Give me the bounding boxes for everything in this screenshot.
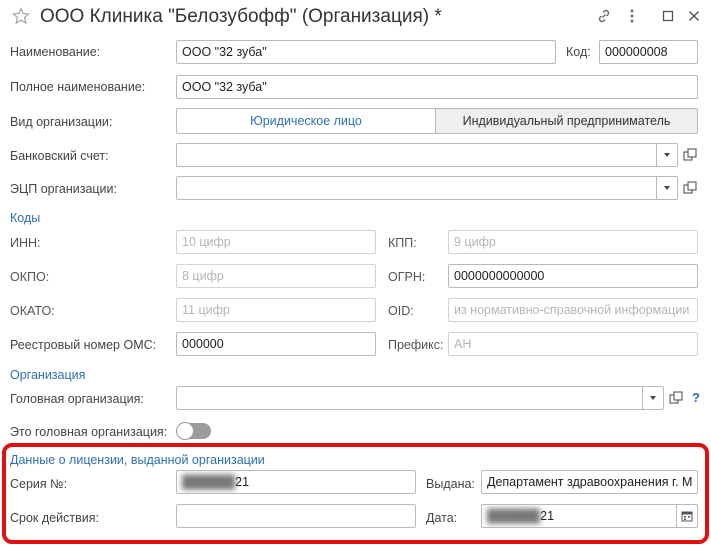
maximize-icon[interactable]: [662, 10, 674, 22]
organization-section-title: Организация: [10, 368, 86, 382]
name-value: ООО "32 зуба": [182, 45, 267, 59]
oms-label: Реестровый номер ОМС:: [10, 338, 157, 352]
head-org-dropdown-button[interactable]: [642, 386, 664, 410]
ecp-input[interactable]: [176, 176, 658, 200]
codes-section-title: Коды: [10, 211, 41, 225]
link-icon[interactable]: [596, 8, 612, 24]
bank-account-label: Банковский счет:: [10, 149, 109, 163]
full-name-value: ООО "32 зуба": [182, 80, 267, 94]
close-icon[interactable]: [688, 10, 700, 22]
oid-placeholder: из нормативно-справочной информации: [454, 303, 690, 317]
kpp-label: КПП:: [388, 236, 417, 250]
ogrn-value: 0000000000000: [454, 269, 545, 283]
okato-placeholder: 11 цифр: [182, 303, 230, 317]
okato-label: ОКАТО:: [10, 304, 55, 318]
bank-account-dropdown-button[interactable]: [656, 143, 678, 167]
prefix-value: АН: [454, 337, 472, 351]
chevron-down-icon: [664, 153, 670, 157]
bank-account-input[interactable]: [176, 143, 658, 167]
chevron-down-icon: [650, 396, 656, 400]
inn-label: ИНН:: [10, 236, 41, 250]
head-org-open-icon[interactable]: [668, 390, 684, 406]
inn-input[interactable]: 10 цифр: [176, 230, 376, 254]
name-input[interactable]: ООО "32 зуба": [176, 40, 556, 64]
code-input[interactable]: 000000008: [599, 40, 698, 64]
head-org-input[interactable]: [176, 386, 644, 410]
ogrn-input[interactable]: 0000000000000: [448, 264, 698, 288]
inn-placeholder: 10 цифр: [182, 235, 231, 249]
name-label: Наименование:: [10, 45, 101, 59]
chevron-down-icon: [664, 186, 670, 190]
okpo-placeholder: 8 цифр: [182, 269, 224, 283]
kpp-input[interactable]: 9 цифр: [448, 230, 698, 254]
okpo-label: ОКПО:: [10, 270, 50, 284]
prefix-input[interactable]: АН: [448, 332, 698, 356]
org-type-legal-entity-button[interactable]: Юридическое лицо: [176, 108, 436, 134]
window-title: ООО Клиника "Белозубофф" (Организация) *: [40, 6, 442, 27]
is-head-org-label: Это головная организация:: [10, 425, 168, 439]
bank-account-open-icon[interactable]: [682, 147, 698, 163]
okpo-input[interactable]: 8 цифр: [176, 264, 376, 288]
ecp-label: ЭЦП организации:: [10, 182, 117, 196]
org-type-label: Вид организации:: [10, 115, 113, 129]
org-type-individual-button[interactable]: Индивидуальный предприниматель: [435, 108, 698, 134]
highlight-frame: [2, 443, 709, 544]
prefix-label: Префикс:: [388, 338, 444, 352]
code-value: 000000008: [605, 45, 668, 59]
ogrn-label: ОГРН:: [388, 270, 426, 284]
okato-input[interactable]: 11 цифр: [176, 298, 376, 322]
oid-input[interactable]: из нормативно-справочной информации: [448, 298, 698, 322]
oms-input[interactable]: 000000: [176, 332, 376, 356]
head-org-label: Головная организация:: [10, 392, 144, 406]
help-icon[interactable]: ?: [692, 390, 700, 406]
ecp-dropdown-button[interactable]: [656, 176, 678, 200]
oid-label: OID:: [388, 304, 414, 318]
toggle-knob: [176, 422, 194, 440]
more-menu-icon[interactable]: [628, 8, 636, 24]
is-head-org-toggle[interactable]: [176, 422, 211, 440]
full-name-label: Полное наименование:: [10, 80, 146, 94]
code-label: Код:: [566, 45, 591, 59]
oms-value: 000000: [182, 337, 224, 351]
favorite-star-icon[interactable]: [12, 7, 30, 25]
full-name-input[interactable]: ООО "32 зуба": [176, 75, 698, 99]
kpp-placeholder: 9 цифр: [454, 235, 496, 249]
ecp-open-icon[interactable]: [682, 180, 698, 196]
